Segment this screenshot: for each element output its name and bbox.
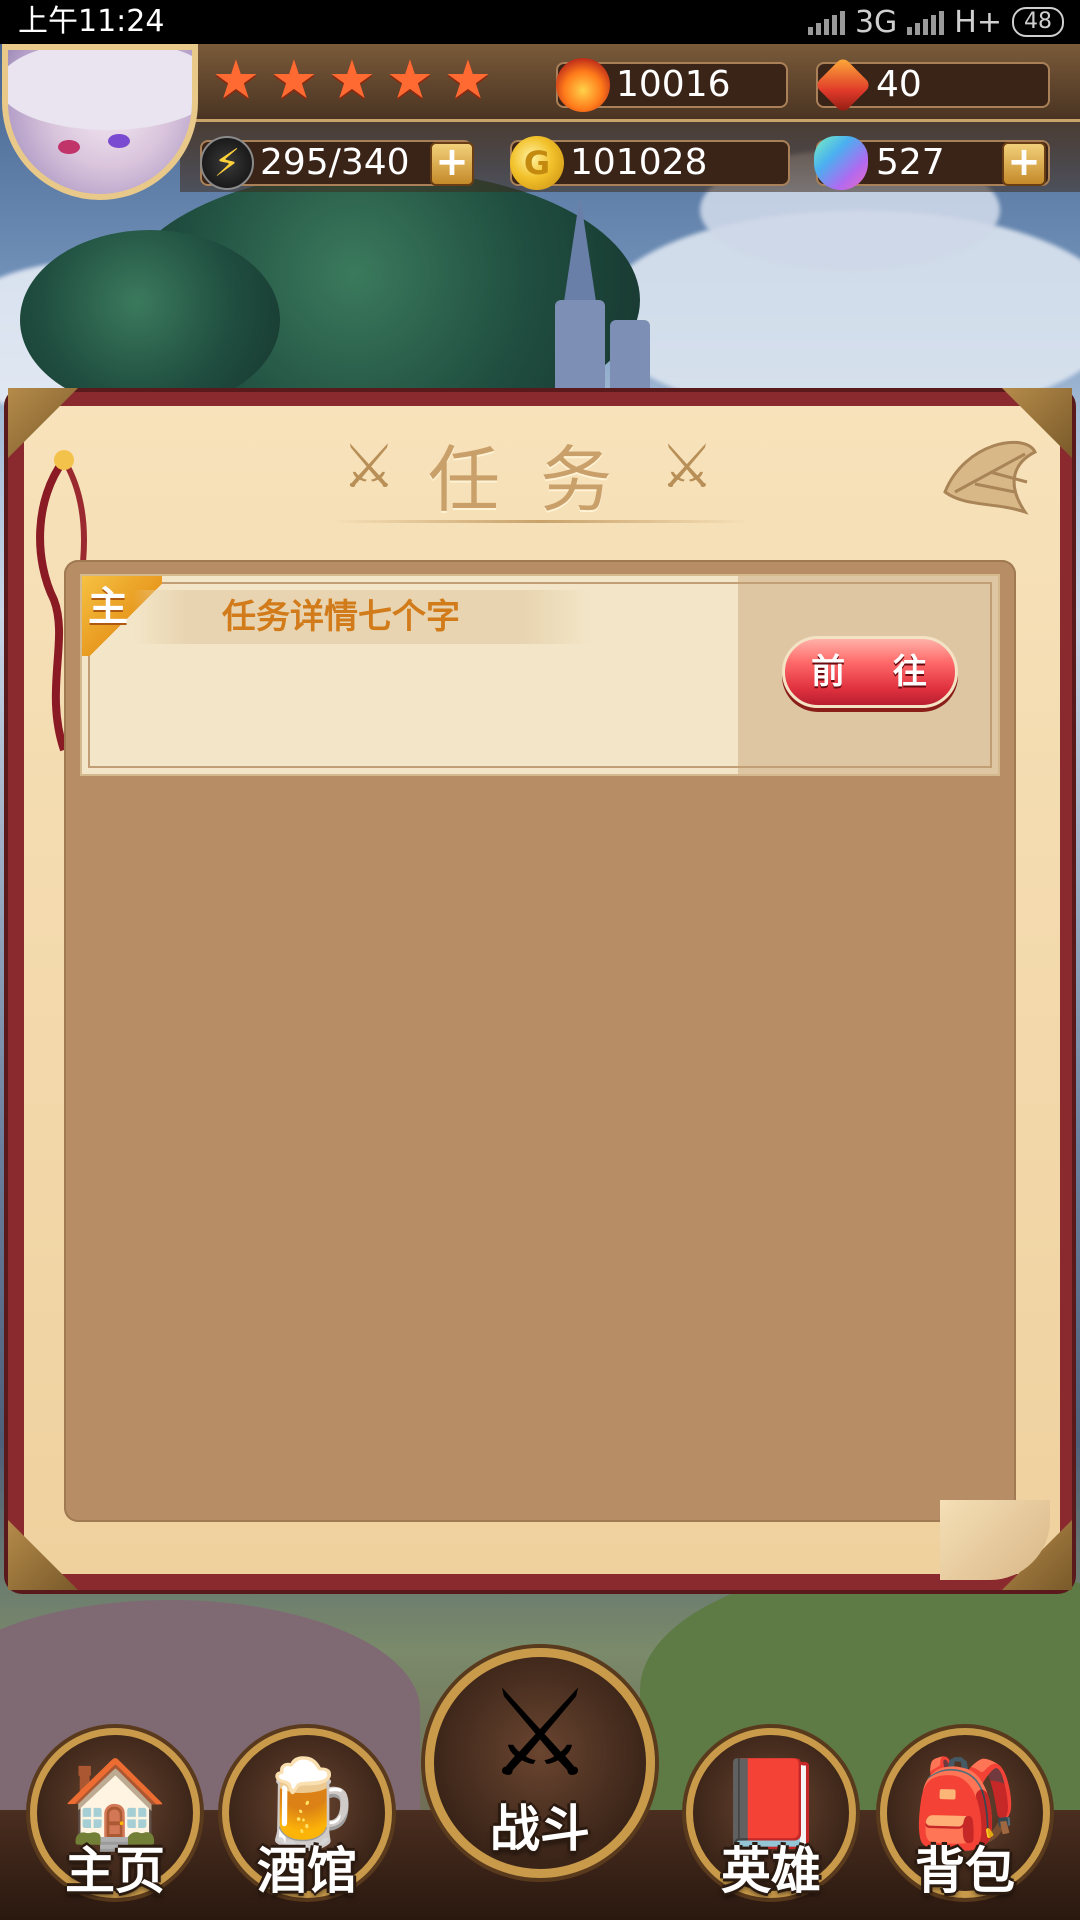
network-type-1: 3G [854, 4, 898, 40]
signal-icon-2 [907, 9, 945, 35]
nav-battle[interactable]: ⚔ 战斗 [425, 1648, 655, 1878]
quest-name: 任务详情七个字 [222, 597, 460, 637]
status-time: 上午11:24 [18, 4, 165, 39]
panel-title: 任务 [427, 438, 652, 522]
gold-value: 101028 [570, 142, 708, 183]
nav-tavern[interactable]: 🍺 酒馆 [222, 1728, 392, 1900]
nav-heroes-label: 英雄 [721, 1842, 821, 1900]
star-rating: ★ ★ ★ ★ ★ [210, 48, 494, 111]
status-bar: 上午11:24 3G H+ 48 [0, 0, 1080, 44]
star-icon: ★ [327, 48, 377, 111]
quest-row[interactable]: 主 任务详情七个字 前 往 [80, 574, 1000, 776]
nav-backpack-label: 背包 [915, 1842, 1015, 1900]
add-energy-button[interactable]: + [430, 142, 474, 186]
title-underline [330, 520, 750, 523]
crossed-swords-icon: ⚔ [486, 1665, 594, 1804]
nav-battle-label: 战斗 [490, 1800, 590, 1858]
network-type-2: H+ [954, 4, 1002, 40]
star-icon: ★ [385, 48, 435, 111]
star-icon: ★ [269, 48, 319, 111]
add-crystal-button[interactable]: + [1002, 142, 1046, 186]
nav-tavern-label: 酒馆 [257, 1842, 357, 1900]
crystal-value: 527 [876, 142, 945, 183]
crystal-icon [814, 136, 868, 190]
flame-icon [556, 58, 610, 112]
red-gem-counter: 40 [814, 56, 1050, 114]
nav-backpack[interactable]: 🎒 背包 [880, 1728, 1050, 1900]
gold-counter: G 101028 [510, 136, 790, 190]
nav-home-label: 主页 [65, 1842, 165, 1900]
bottom-nav: 🏠 主页 🍺 酒馆 ⚔ 战斗 📕 英雄 🎒 背包 [0, 1648, 1080, 1920]
red-gem-value: 40 [876, 64, 922, 105]
power-value: 10016 [616, 64, 731, 105]
red-gem-icon [814, 56, 872, 114]
gold-coin-icon: G [510, 136, 564, 190]
star-icon: ★ [211, 48, 261, 111]
nav-home[interactable]: 🏠 主页 [30, 1728, 200, 1900]
go-button[interactable]: 前 往 [782, 636, 958, 708]
leaf-icon [943, 440, 1038, 515]
battery-indicator: 48 [1012, 7, 1064, 37]
power-counter: 10016 [556, 58, 788, 112]
energy-value: 295/340 [260, 142, 410, 183]
lightning-icon: ⚡ [200, 136, 254, 190]
nav-heroes[interactable]: 📕 英雄 [686, 1728, 856, 1900]
panel-title-wrap: 任务 [340, 430, 740, 530]
signal-icon [807, 9, 845, 35]
quest-tag-label: 主 [88, 584, 128, 630]
status-indicators: 3G H+ 48 [807, 4, 1064, 40]
star-icon: ★ [443, 48, 493, 111]
